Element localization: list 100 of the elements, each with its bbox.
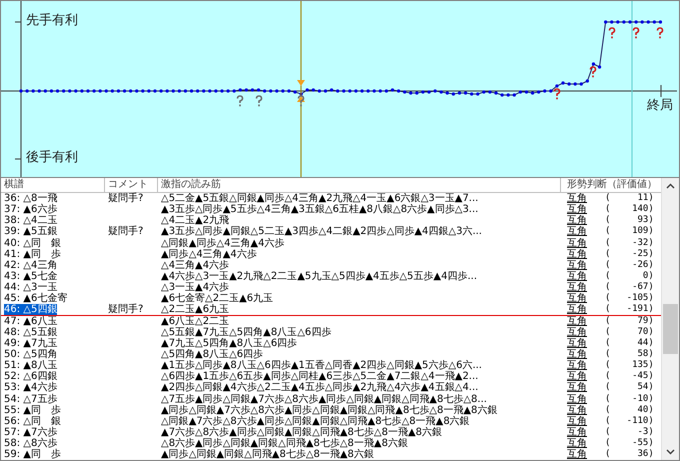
judgement-cell: 互角	[567, 282, 587, 294]
evaluation-cell-text: ( -55)	[605, 438, 654, 449]
scroll-thumb[interactable]	[663, 304, 678, 354]
judgement-cell-text: 互角	[567, 193, 587, 204]
move-cell[interactable]: 55: ▲同 歩	[4, 404, 61, 416]
move-cell[interactable]: 49: ▲7九玉	[4, 338, 58, 349]
evaluation-cell-text: ( 58)	[605, 348, 654, 360]
move-cell[interactable]: 37: ▲6六歩	[4, 204, 58, 216]
evaluation-cell: ( 79)	[605, 316, 654, 327]
judgement-cell: 互角	[567, 382, 587, 394]
scroll-down-icon[interactable]	[666, 449, 675, 455]
judgement-cell: 互角	[567, 248, 587, 260]
comment-cell: 疑問手?	[108, 304, 144, 316]
move-cell[interactable]: 52: △6四銀	[4, 371, 58, 382]
move-cell[interactable]: 56: △同 銀	[4, 416, 61, 427]
end-label: 終局	[647, 99, 673, 113]
judgement-cell: 互角	[567, 226, 587, 238]
question-mark-icon	[632, 27, 640, 39]
judgement-cell: 互角	[567, 204, 587, 216]
evaluation-cell: ( 54)	[605, 382, 654, 394]
move-cell[interactable]: 50: △5四角	[4, 348, 58, 360]
evaluation-cell: ( -191)	[605, 304, 654, 315]
move-cell[interactable]: 58: △8六歩	[4, 438, 58, 450]
move-cell[interactable]: 53: ▲4六歩	[4, 382, 58, 394]
column-header[interactable]: 形勢判断（評価値）	[561, 178, 661, 192]
judgement-cell: 互角	[567, 416, 587, 427]
evaluation-cell: ( 70)	[605, 326, 654, 338]
evaluation-cell: ( -110)	[605, 416, 654, 427]
judgement-cell: 互角	[567, 238, 587, 249]
move-cell[interactable]: 48: △5五銀	[4, 326, 58, 338]
move-cell[interactable]: 47: ▲6八玉	[4, 316, 58, 327]
column-header[interactable]: 棋譜	[1, 178, 105, 192]
evaluation-cell: ( 44)	[605, 338, 654, 349]
move-cell[interactable]: 40: △同 銀	[4, 238, 61, 249]
column-header[interactable]: コメント	[105, 178, 158, 192]
evaluation-cell: ( -32)	[605, 238, 654, 249]
advantage-label: 先手有利	[26, 14, 78, 28]
move-cell[interactable]: 42: △4三角	[4, 260, 58, 271]
scrollbar[interactable]	[661, 178, 679, 460]
evaluation-cell-text: ( 0)	[605, 270, 654, 282]
judgement-cell: 互角	[567, 438, 587, 450]
move-cell[interactable]: 57: ▲7六歩	[4, 426, 58, 438]
move-cell[interactable]: 44: △3一玉	[4, 282, 58, 294]
evaluation-cell-text: ( -67)	[605, 282, 654, 293]
question-mark-icon	[608, 27, 616, 39]
judgement-cell: 互角	[567, 404, 587, 416]
question-mark-icon	[254, 95, 262, 107]
judgement-cell: 互角	[567, 338, 587, 349]
evaluation-cell: ( 109)	[605, 226, 654, 238]
judgement-cell: 互角	[567, 326, 587, 338]
move-cell[interactable]: 45: ▲6七金寄	[4, 293, 68, 304]
move-cell[interactable]: 39: ▲5五銀	[4, 226, 58, 238]
judgement-cell: 互角	[567, 394, 587, 405]
comment-cell: 疑問手?	[108, 226, 144, 238]
evaluation-cell: ( -10)	[605, 394, 654, 405]
scroll-up-icon[interactable]	[666, 183, 675, 189]
move-cell[interactable]: 36: △8一飛	[4, 193, 58, 204]
move-cell[interactable]: 38: △4二玉	[4, 215, 58, 226]
move-cell[interactable]: 59: ▲同 歩	[4, 449, 61, 460]
question-mark-icon	[656, 27, 664, 39]
variation-cell: △2二玉▲6九玉	[161, 304, 230, 315]
evaluation-cell-text: ( -3)	[605, 426, 654, 438]
judgement-cell: 互角	[567, 260, 587, 271]
move-cell[interactable]: 51: ▲8八玉	[4, 360, 58, 372]
judgement-cell: 互角	[567, 449, 587, 460]
comment-cell: 疑問手?	[108, 193, 144, 204]
judgement-cell-text: 互角	[567, 426, 587, 438]
position-cursor-icon[interactable]	[296, 1, 306, 177]
evaluation-cell-text: ( 93)	[605, 215, 654, 226]
judgement-cell: 互角	[567, 215, 587, 226]
column-header[interactable]: 激指の読み筋	[158, 178, 561, 192]
judgement-cell-text: 互角	[567, 348, 587, 360]
evaluation-cell-text: ( 135)	[605, 360, 654, 371]
question-mark-icon	[552, 88, 561, 100]
variation-cell: ▲6八玉△2二玉	[161, 316, 230, 327]
move-cell[interactable]: 43: ▲5七金	[4, 270, 58, 282]
advantage-label: 後手有利	[26, 151, 78, 165]
judgement-cell: 互角	[567, 293, 587, 304]
judgement-cell-text: 互角	[567, 270, 587, 282]
evaluation-cell-text: ( 140)	[605, 204, 654, 215]
question-mark-icon	[589, 66, 598, 78]
evaluation-cell: ( 40)	[605, 404, 654, 416]
move-cell[interactable]: 54: △7五歩	[4, 394, 58, 405]
judgement-cell: 互角	[567, 371, 587, 382]
variation-cell: △4二玉▲2九飛	[161, 215, 230, 226]
evaluation-cell: ( 36)	[605, 449, 654, 460]
variation-cell: ▲7九玉△5四角▲8八玉△6四歩	[161, 338, 298, 349]
evaluation-cell: ( -25)	[605, 248, 654, 260]
evaluation-cell-text: ( 11)	[605, 193, 654, 204]
judgement-cell: 互角	[567, 360, 587, 372]
judgement-cell: 互角	[567, 316, 587, 327]
question-mark-icon	[297, 95, 306, 107]
variation-cell: △6四歩▲1五歩△6五歩▲同歩△同桂▲6三歩△5二金▲7二銀△4一飛▲2...	[161, 371, 478, 382]
variation-cell: △5五銀▲7九玉△5四角▲8八玉△6四歩	[161, 326, 332, 338]
move-cell[interactable]: 41: ▲同 歩	[4, 248, 61, 260]
move-cell[interactable]: 46: △5四銀	[4, 304, 58, 316]
evaluation-cell-text: ( -105)	[605, 293, 654, 304]
evaluation-cell: ( -26)	[605, 260, 654, 271]
question-mark-icon	[236, 95, 244, 107]
variation-cell: △5四角▲8八玉△6四歩	[161, 348, 264, 360]
